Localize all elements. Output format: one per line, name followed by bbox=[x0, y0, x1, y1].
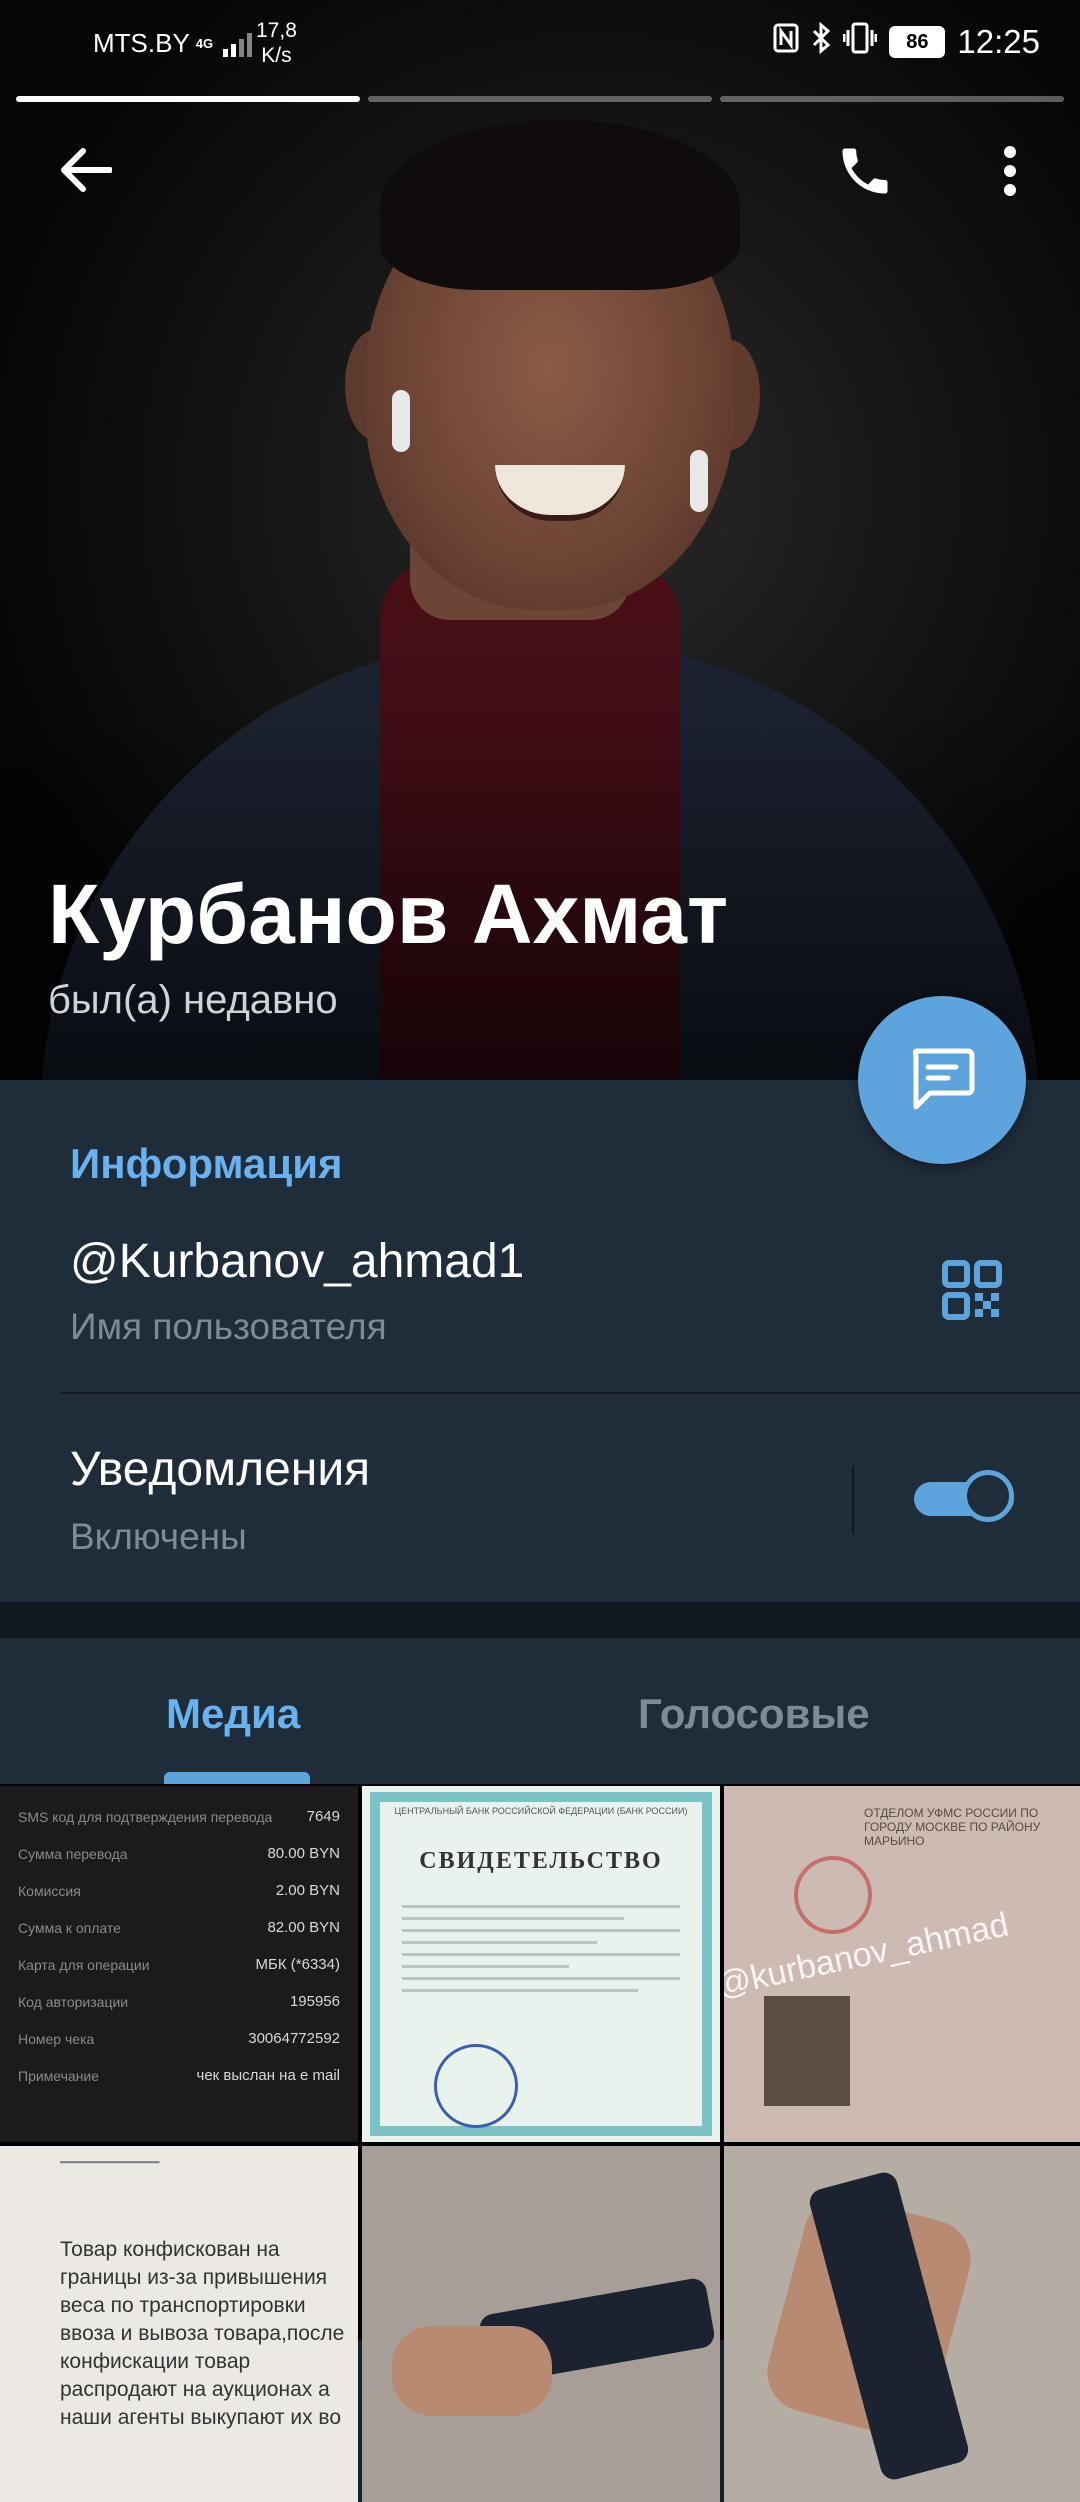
vertical-divider bbox=[852, 1466, 854, 1534]
media-thumbnail[interactable]: ЦЕНТРАЛЬНЫЙ БАНК РОССИЙСКОЙ ФЕДЕРАЦИИ (Б… bbox=[362, 1786, 720, 2142]
sms-receipt-label: Номер чека bbox=[18, 2030, 95, 2047]
clock: 12:25 bbox=[957, 22, 1040, 60]
battery-icon: 86 bbox=[889, 25, 946, 58]
sms-receipt-label: Примечание bbox=[18, 2067, 100, 2084]
sms-receipt-row: Комиссия 2.00 BYN bbox=[0, 1872, 358, 1909]
sms-receipt-value: чек выслан на e mail bbox=[196, 2067, 341, 2084]
active-tab-indicator bbox=[164, 1772, 310, 1784]
sms-receipt-value: 82.00 BYN bbox=[267, 1919, 340, 1936]
media-grid: SMS код для подтверждения перевода 7649 Су… bbox=[0, 1784, 1080, 2502]
certificate-seal bbox=[434, 2044, 518, 2128]
sms-receipt-value: 30064772592 bbox=[248, 2030, 340, 2047]
sms-receipt-value: 7649 bbox=[306, 1808, 340, 1825]
media-tabs: Медиа Голосовые bbox=[0, 1638, 1080, 1784]
media-thumbnail[interactable]: ━━━━━━━━━━━━━━━ Товар конфискован на гра… bbox=[0, 2146, 358, 2502]
back-button[interactable] bbox=[40, 130, 130, 210]
sms-receipt-label: SMS код для подтверждения перевода bbox=[18, 1808, 273, 1825]
confiscation-text: Товар конфискован на границы из-за привы… bbox=[60, 2238, 345, 2429]
message-icon bbox=[912, 1048, 975, 1110]
media-thumbnail[interactable] bbox=[362, 2146, 720, 2502]
qr-code-button[interactable] bbox=[942, 1260, 1002, 1320]
tab-media[interactable]: Медиа bbox=[166, 1690, 300, 1738]
sms-receipt-label: Сумма к оплате bbox=[18, 1919, 121, 1936]
certificate-text-lines bbox=[402, 1896, 680, 2001]
signal-icon bbox=[223, 31, 253, 57]
sms-receipt-row: Примечание чек выслан на e mail bbox=[0, 2057, 358, 2094]
media-thumbnail[interactable] bbox=[724, 2146, 1080, 2502]
arrow-left-icon bbox=[61, 148, 112, 192]
sms-receipt-label: Карта для операции bbox=[18, 1956, 150, 1973]
carrier-label: MTS.BY bbox=[93, 28, 190, 58]
speed-unit: K/s bbox=[261, 44, 292, 67]
certificate-title: СВИДЕТЕЛЬСТВО bbox=[419, 1848, 663, 1874]
profile-name: Курбанов Ахмат bbox=[48, 867, 729, 961]
vibrate-icon bbox=[842, 22, 878, 61]
document-header: ━━━━━━━━━━━━━━━ bbox=[60, 2157, 160, 2169]
network-type: 4G bbox=[195, 35, 214, 51]
qr-code-icon bbox=[942, 1260, 1002, 1320]
status-bar: MTS.BY 4G 17,8 K/s 86 12:25 bbox=[0, 0, 1080, 85]
more-vert-icon bbox=[1004, 146, 1016, 196]
sms-receipt-row: Сумма перевода 80.00 BYN bbox=[0, 1835, 358, 1872]
media-thumbnail[interactable]: SMS код для подтверждения перевода 7649 Су… bbox=[0, 1786, 358, 2142]
photo-progress-segment bbox=[720, 96, 1064, 102]
status-right: 86 12:25 bbox=[773, 21, 1040, 61]
username-caption: Имя пользователя bbox=[70, 1306, 387, 1347]
passport-photo bbox=[764, 1996, 850, 2106]
certificate-header: ЦЕНТРАЛЬНЫЙ БАНК РОССИЙСКОЙ ФЕДЕРАЦИИ (Б… bbox=[394, 1806, 688, 1816]
sms-receipt-label: Сумма перевода bbox=[18, 1845, 128, 1862]
bluetooth-icon bbox=[811, 21, 831, 61]
phone-icon bbox=[842, 148, 888, 194]
tab-voice[interactable]: Голосовые bbox=[638, 1690, 870, 1738]
notifications-label[interactable]: Уведомления bbox=[70, 1442, 370, 1497]
send-message-button[interactable] bbox=[858, 996, 1026, 1164]
photo-progress-segment bbox=[16, 96, 360, 102]
notifications-toggle[interactable] bbox=[914, 1470, 1018, 1524]
passport-header: ОТДЕЛОМ УФМС РОССИИ ПО ГОРОДУ МОСКВЕ ПО … bbox=[864, 1806, 1041, 1848]
sms-receipt: SMS код для подтверждения перевода 7649 Су… bbox=[0, 1786, 358, 2094]
toggle-knob bbox=[962, 1470, 1014, 1522]
photo-progress-segment bbox=[368, 96, 712, 102]
photo-hair bbox=[380, 120, 740, 290]
earbud bbox=[392, 390, 410, 452]
more-options-button[interactable] bbox=[980, 128, 1040, 214]
status-left: MTS.BY 4G bbox=[93, 28, 253, 59]
speed-value: 17,8 bbox=[256, 19, 297, 42]
sms-receipt-row: Карта для операции МБК (*6334) bbox=[0, 1946, 358, 1983]
passport-stamp bbox=[794, 1856, 872, 1934]
info-section-title: Информация bbox=[70, 1140, 343, 1187]
sms-receipt-value: 80.00 BYN bbox=[267, 1845, 340, 1862]
divider bbox=[60, 1392, 1080, 1394]
watermark-text: @kurbanov_ahmad bbox=[724, 1905, 1012, 2005]
sms-receipt-row: Код авторизации 195956 bbox=[0, 1983, 358, 2020]
sms-receipt-row: Номер чека 30064772592 bbox=[0, 2020, 358, 2057]
sms-receipt-label: Комиссия bbox=[18, 1882, 81, 1899]
media-thumbnail[interactable]: ОТДЕЛОМ УФМС РОССИИ ПО ГОРОДУ МОСКВЕ ПО … bbox=[724, 1786, 1080, 2142]
sms-receipt-value: МБК (*6334) bbox=[255, 1956, 340, 1973]
sms-receipt-row: SMS код для подтверждения перевода 7649 bbox=[0, 1798, 358, 1835]
call-button[interactable] bbox=[820, 128, 910, 214]
notifications-status: Включены bbox=[70, 1516, 247, 1557]
nfc-icon bbox=[773, 23, 799, 60]
last-seen-status: был(а) недавно bbox=[48, 978, 338, 1022]
sms-receipt-row: Сумма к оплате 82.00 BYN bbox=[0, 1909, 358, 1946]
sms-receipt-value: 2.00 BYN bbox=[275, 1882, 340, 1899]
section-gap bbox=[0, 1602, 1080, 1638]
network-speed: 17,8 K/s bbox=[256, 18, 297, 68]
earbud bbox=[690, 450, 708, 512]
username-value[interactable]: @Kurbanov_ahmad1 bbox=[70, 1234, 524, 1289]
sms-receipt-label: Код авторизации bbox=[18, 1993, 129, 2010]
sms-receipt-value: 195956 bbox=[289, 1993, 340, 2010]
